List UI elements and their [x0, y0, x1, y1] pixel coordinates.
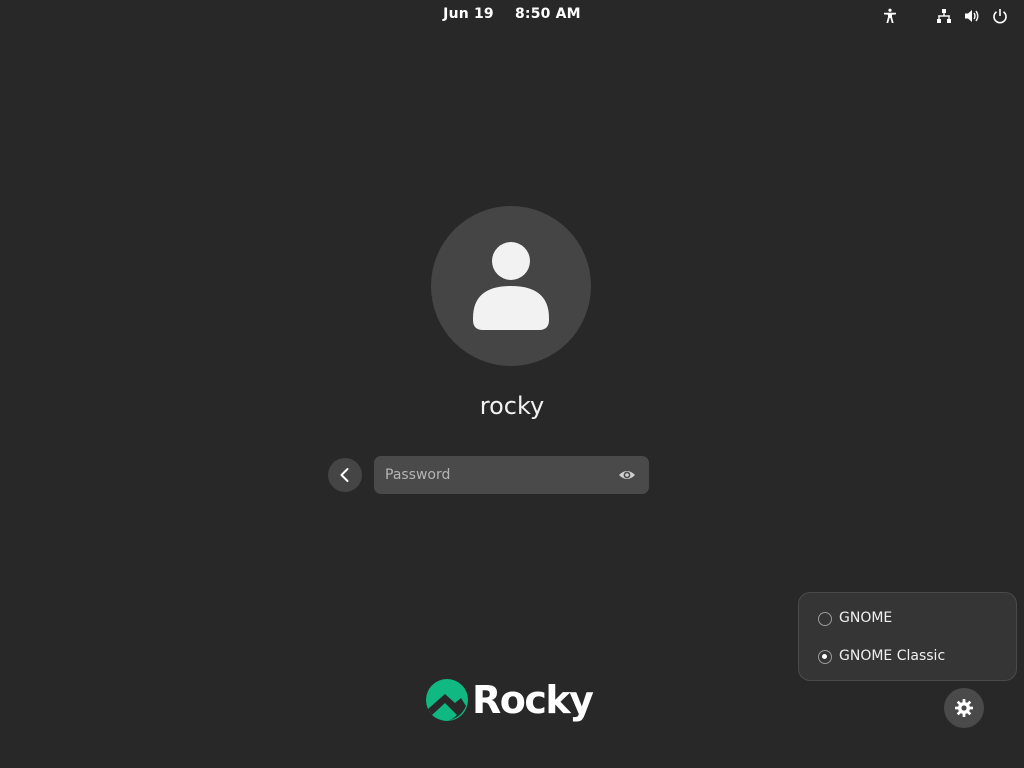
user-icon [473, 242, 549, 330]
chevron-left-icon [340, 468, 349, 482]
session-settings-button[interactable] [944, 688, 984, 728]
time-label: 8:50 AM [514, 6, 581, 22]
gear-icon [955, 699, 973, 717]
radio-checked-icon [818, 650, 832, 664]
accessibility-icon[interactable] [880, 6, 900, 26]
password-field [374, 456, 649, 494]
power-icon[interactable] [990, 6, 1010, 26]
user-avatar [431, 206, 591, 366]
rocky-logo-mark-icon [426, 679, 468, 721]
radio-unchecked-icon [818, 612, 832, 626]
brand-name: Rocky [472, 678, 594, 722]
show-password-eye-icon[interactable] [618, 467, 636, 483]
session-option-label: GNOME Classic [839, 648, 946, 664]
rocky-logo: Rocky [425, 676, 605, 726]
network-icon[interactable] [934, 6, 954, 26]
top-bar: Jun 19 8:50 AM [0, 0, 1024, 32]
user-name: rocky [479, 392, 545, 420]
session-option-gnome-classic[interactable]: GNOME Classic [799, 639, 1016, 675]
back-button[interactable] [328, 458, 362, 492]
password-input[interactable] [374, 456, 604, 494]
session-option-label: GNOME [839, 610, 893, 626]
session-menu: GNOME GNOME Classic [798, 592, 1017, 681]
clock[interactable]: Jun 19 8:50 AM [0, 6, 1024, 22]
volume-icon[interactable] [962, 6, 982, 26]
session-option-gnome[interactable]: GNOME [799, 601, 1016, 637]
date-label: Jun 19 [443, 6, 494, 22]
